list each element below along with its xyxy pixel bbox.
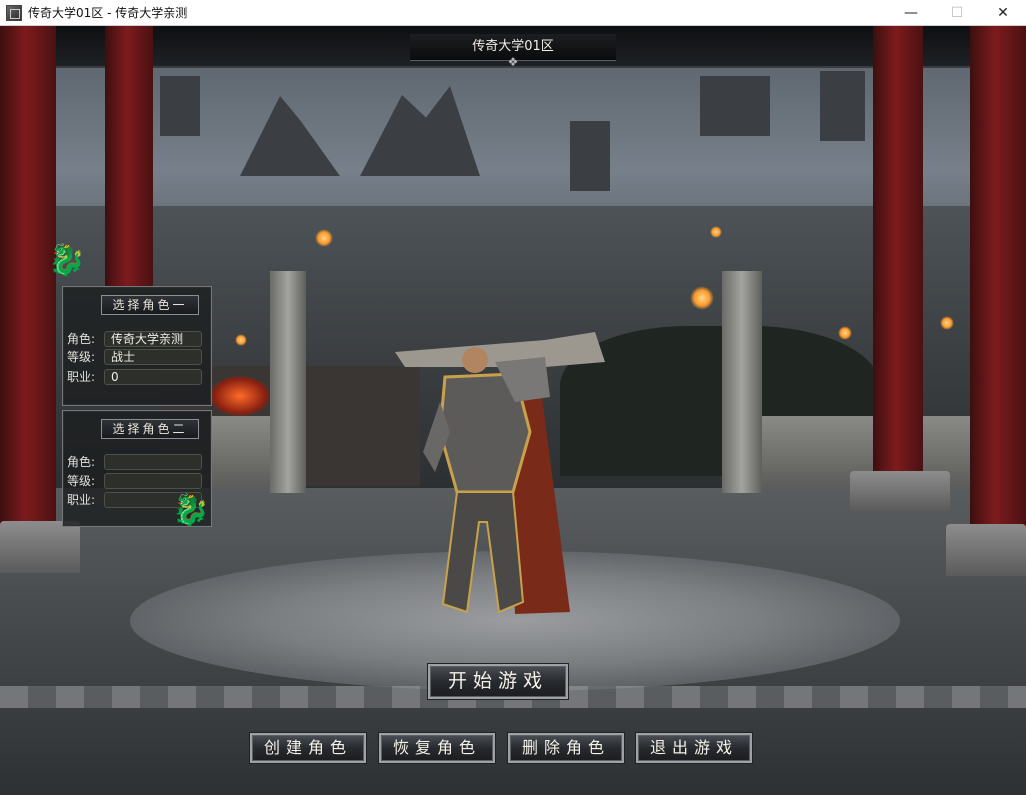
dragon-icon: 🐉: [172, 493, 210, 528]
ornament-icon: ❖: [507, 55, 519, 69]
role-name-row: 角色:: [67, 453, 207, 470]
ember: [210, 376, 270, 416]
ember: [235, 334, 247, 346]
role-level-label: 等级:: [67, 350, 96, 364]
start-game-button[interactable]: 开始游戏: [428, 664, 568, 699]
red-pillar: [873, 26, 923, 476]
red-pillar: [105, 26, 153, 286]
role-class-label: 职业:: [67, 493, 96, 507]
delete-role-button[interactable]: 删除角色: [508, 733, 624, 763]
window-title: 传奇大学01区 - 传奇大学亲测: [28, 6, 188, 20]
restore-role-button[interactable]: 恢复角色: [379, 733, 495, 763]
ember: [710, 226, 722, 238]
minimize-button[interactable]: —: [888, 0, 934, 26]
pillar-base: [0, 521, 80, 573]
role-level-row: 等级: 战士: [67, 348, 207, 365]
role-level-label: 等级:: [67, 474, 96, 488]
pillar-base: [850, 471, 950, 511]
ruin-tower: [570, 121, 610, 191]
warrior-character: [395, 332, 605, 614]
ruin-tower: [160, 76, 200, 136]
role-level-row: 等级:: [67, 472, 207, 489]
pillar-base: [946, 524, 1026, 576]
role-level-value: 战士: [104, 348, 202, 365]
dragon-icon: 🐉: [48, 243, 86, 278]
role-class-value: 0: [104, 368, 202, 385]
maximize-button[interactable]: ☐: [934, 0, 980, 26]
role-name-value: 传奇大学亲测: [104, 330, 202, 347]
role-level-value: [104, 472, 202, 489]
stone-post: [270, 271, 306, 493]
ruin-tower: [700, 76, 770, 136]
hero-head: [462, 347, 488, 373]
role-name-value: [104, 453, 202, 470]
role-class-row: 职业: 0: [67, 368, 207, 385]
role-name-row: 角色: 传奇大学亲测: [67, 330, 207, 347]
app-icon: [6, 4, 22, 21]
window-titlebar: 传奇大学01区 - 传奇大学亲测 — ☐ ✕: [0, 0, 1026, 26]
ember: [315, 229, 333, 247]
ruin-tower: [820, 71, 865, 141]
role-slot-1-panel: 选择角色一 角色: 传奇大学亲测 等级: 战士 职业: 0: [62, 286, 212, 406]
character-select-scene: 传奇大学01区 ❖ 选择角色一 角色: 传奇大学亲测 等级: 战士 职业: 0 …: [0, 26, 1026, 795]
stone-post: [722, 271, 762, 493]
role-name-label: 角色:: [67, 332, 96, 346]
select-role-2-button[interactable]: 选择角色二: [101, 419, 199, 439]
create-role-button[interactable]: 创建角色: [250, 733, 366, 763]
close-button[interactable]: ✕: [980, 0, 1026, 26]
ember: [940, 316, 954, 330]
hero-legs: [441, 491, 525, 614]
role-class-label: 职业:: [67, 370, 96, 384]
select-role-1-button[interactable]: 选择角色一: [101, 295, 199, 315]
exit-game-button[interactable]: 退出游戏: [636, 733, 752, 763]
ember: [838, 326, 852, 340]
red-pillar: [970, 26, 1026, 531]
ember: [690, 286, 714, 310]
role-name-label: 角色:: [67, 455, 96, 469]
